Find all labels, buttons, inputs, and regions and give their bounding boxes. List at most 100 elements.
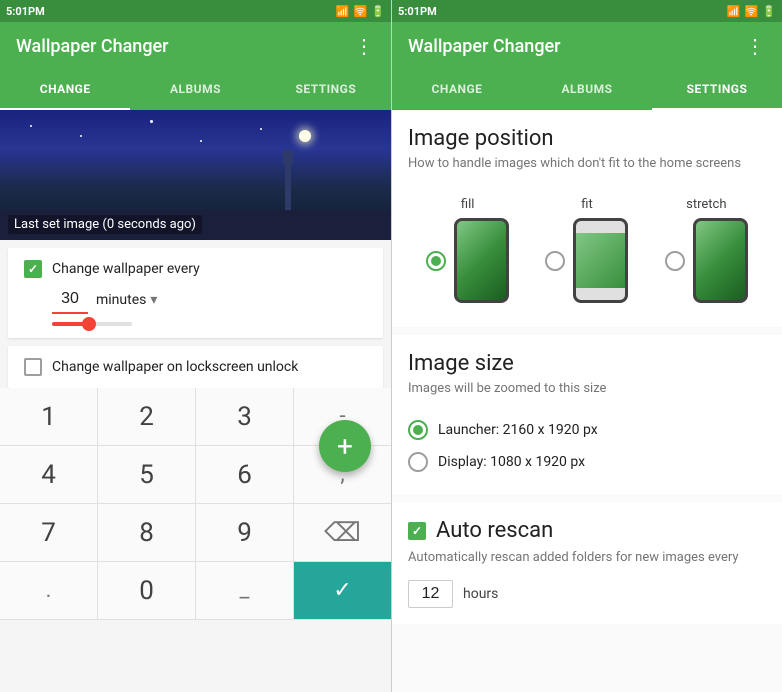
right-content: Image position How to handle images whic… — [392, 110, 782, 692]
star-5 — [260, 128, 262, 130]
left-tab-albums[interactable]: ALBUMS — [130, 70, 260, 110]
launcher-radio[interactable] — [408, 420, 428, 440]
lockscreen-card: Change wallpaper on lockscreen unlock — [8, 346, 383, 388]
left-app-title: Wallpaper Changer — [16, 36, 169, 57]
numpad-key-underscore[interactable]: _ — [196, 562, 294, 620]
tower — [285, 165, 291, 215]
left-more-button[interactable]: ⋮ — [354, 34, 375, 58]
star-3 — [150, 120, 153, 123]
launcher-radio-inner — [413, 425, 423, 435]
autorescan-subtitle: Automatically rescan added folders for n… — [408, 549, 766, 567]
left-tab-settings[interactable]: SETTINGS — [261, 70, 391, 110]
right-panel: 5:01PM 📶 🛜 🔋 Wallpaper Changer ⋮ CHANGE … — [391, 0, 782, 692]
stretch-label: stretch — [686, 197, 726, 212]
right-wifi-icon: 🛜 — [745, 5, 759, 18]
left-tab-change[interactable]: CHANGE — [0, 70, 130, 110]
left-app-bar: Wallpaper Changer ⋮ — [0, 22, 391, 70]
image-size-subtitle: Images will be zoomed to this size — [408, 380, 766, 398]
position-option-fill: fill — [426, 197, 509, 303]
hours-input[interactable] — [408, 580, 453, 608]
wallpaper-preview: Last set image (0 seconds ago) — [0, 110, 391, 240]
left-tabs: CHANGE ALBUMS SETTINGS — [0, 70, 391, 110]
right-tab-settings[interactable]: SETTINGS — [652, 70, 782, 110]
right-status-icons: 📶 🛜 🔋 — [727, 5, 776, 18]
position-option-stretch: stretch — [665, 197, 748, 303]
autorescan-title: Auto rescan — [436, 518, 553, 543]
interval-unit: minutes ▾ — [96, 292, 157, 308]
fit-radio[interactable] — [545, 251, 565, 271]
star-1 — [30, 125, 32, 127]
display-label: Display: 1080 x 1920 px — [438, 454, 585, 470]
position-option-fit: fit — [545, 197, 628, 303]
change-wallpaper-card: Change wallpaper every minutes ▾ — [8, 248, 383, 338]
display-radio[interactable] — [408, 452, 428, 472]
fill-row — [426, 218, 509, 303]
numpad-key-9[interactable]: 9 — [196, 504, 294, 562]
left-status-icons: 📶 🛜 🔋 — [336, 5, 385, 18]
stretch-radio[interactable] — [665, 251, 685, 271]
right-tabs: CHANGE ALBUMS SETTINGS — [392, 70, 782, 110]
fit-phone-mockup — [573, 218, 628, 303]
autorescan-checkbox[interactable] — [408, 522, 426, 540]
right-battery-icon: 🔋 — [762, 5, 776, 18]
auto-rescan-section: Auto rescan Automatically rescan added f… — [392, 502, 782, 623]
slider-thumb[interactable] — [82, 317, 96, 331]
numpad-key-5[interactable]: 5 — [98, 446, 196, 504]
change-wallpaper-label: Change wallpaper every — [52, 261, 200, 277]
interval-slider[interactable] — [52, 322, 132, 326]
star-4 — [200, 140, 202, 142]
slider-fill — [52, 322, 84, 326]
numpad-row-3: 7 8 9 ⌫ — [0, 504, 391, 562]
change-wallpaper-checkbox[interactable] — [24, 260, 42, 278]
interval-dropdown-arrow[interactable]: ▾ — [150, 292, 157, 308]
left-status-bar: 5:01PM 📶 🛜 🔋 — [0, 0, 391, 22]
hours-row: hours — [408, 580, 766, 608]
preview-label: Last set image (0 seconds ago) — [8, 215, 202, 234]
image-position-subtitle: How to handle images which don't fit to … — [408, 155, 766, 173]
numpad-key-0[interactable]: 0 — [98, 562, 196, 620]
position-options: fill fit — [408, 189, 766, 311]
numpad-key-backspace[interactable]: ⌫ — [294, 504, 391, 562]
right-app-bar: Wallpaper Changer ⋮ — [392, 22, 782, 70]
numpad-key-7[interactable]: 7 — [0, 504, 98, 562]
fit-inner — [576, 233, 625, 288]
numpad-key-dot[interactable]: . — [0, 562, 98, 620]
hours-label: hours — [463, 586, 498, 602]
fit-row — [545, 218, 628, 303]
image-position-title: Image position — [408, 126, 766, 151]
change-wallpaper-row: Change wallpaper every — [24, 260, 367, 278]
stretch-row — [665, 218, 748, 303]
display-option[interactable]: Display: 1080 x 1920 px — [408, 446, 766, 478]
lockscreen-checkbox[interactable] — [24, 358, 42, 376]
numpad-key-6[interactable]: 6 — [196, 446, 294, 504]
fab-add-button[interactable]: + — [319, 420, 371, 472]
moon — [299, 130, 311, 142]
right-more-button[interactable]: ⋮ — [745, 34, 766, 58]
star-2 — [80, 135, 82, 137]
numpad-key-3[interactable]: 3 — [196, 388, 294, 446]
right-signal-icon: 📶 — [727, 5, 741, 18]
numpad-key-8[interactable]: 8 — [98, 504, 196, 562]
fit-label: fit — [581, 197, 592, 212]
right-tab-albums[interactable]: ALBUMS — [522, 70, 652, 110]
wifi-icon: 🛜 — [354, 5, 368, 18]
launcher-label: Launcher: 2160 x 1920 px — [438, 422, 598, 438]
launcher-option[interactable]: Launcher: 2160 x 1920 px — [408, 414, 766, 446]
right-time: 5:01PM — [398, 5, 437, 18]
image-position-section: Image position How to handle images whic… — [392, 110, 782, 327]
interval-input[interactable] — [52, 286, 88, 314]
numpad-key-4[interactable]: 4 — [0, 446, 98, 504]
battery-icon: 🔋 — [371, 5, 385, 18]
interval-row: minutes ▾ — [24, 286, 367, 314]
right-tab-change[interactable]: CHANGE — [392, 70, 522, 110]
signal-icon: 📶 — [336, 5, 350, 18]
fill-phone-mockup — [454, 218, 509, 303]
fill-radio[interactable] — [426, 251, 446, 271]
lockscreen-label: Change wallpaper on lockscreen unlock — [52, 359, 298, 375]
left-panel: 5:01PM 📶 🛜 🔋 Wallpaper Changer ⋮ CHANGE … — [0, 0, 391, 692]
fill-radio-inner — [431, 256, 441, 266]
numpad-key-2[interactable]: 2 — [98, 388, 196, 446]
fill-label: fill — [461, 197, 475, 212]
numpad-key-1[interactable]: 1 — [0, 388, 98, 446]
numpad-key-confirm[interactable]: ✓ — [294, 562, 391, 620]
